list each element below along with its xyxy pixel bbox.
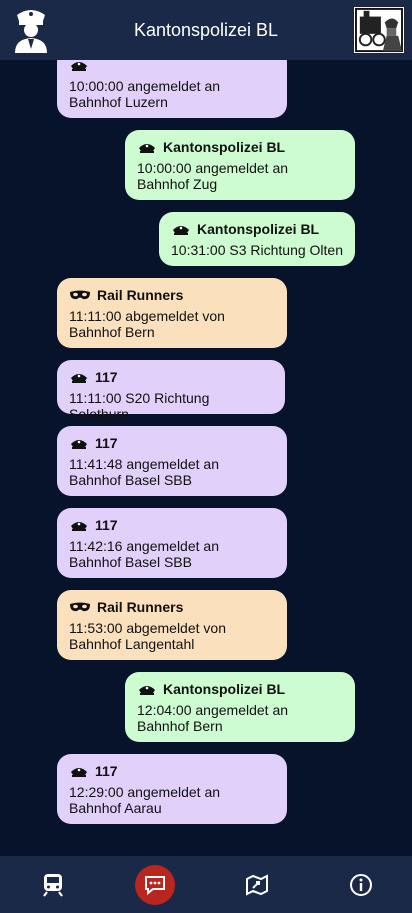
info-icon <box>350 873 372 896</box>
message-bubble: Rail Runners 11:11:00 abgemeldet von Bah… <box>57 278 287 348</box>
message-sender: Kantonspolizei BL <box>137 138 343 156</box>
police-cap-icon <box>139 144 155 153</box>
mask-icon <box>70 602 90 612</box>
police-cap-icon <box>71 522 87 531</box>
message-text: 11:53:00 abgemeldet von Bahnhof Langenta… <box>69 620 226 652</box>
bottom-navigation <box>0 856 412 913</box>
message-bubble: 117 11:41:48 angemeldet an Bahnhof Basel… <box>57 426 287 496</box>
message-text: 12:04:00 angemeldet an Bahnhof Bern <box>137 702 289 734</box>
nav-item-chat[interactable] <box>125 856 185 913</box>
page-title: Kantonspolizei BL <box>133 20 279 40</box>
message-sender: Rail Runners <box>69 598 275 616</box>
message-bubble: Kantonspolizei BL 10:00:00 angemeldet an… <box>125 130 355 200</box>
message-sender: 117 <box>69 762 275 780</box>
message-sender: Kantonspolizei BL <box>171 220 343 238</box>
police-cap-icon <box>71 440 87 449</box>
message-bubble: Kantonspolizei BL 10:31:00 S3 Richtung O… <box>159 212 355 266</box>
train-robber-illustration-icon[interactable] <box>353 6 405 54</box>
message-list[interactable]: 10:00:00 angemeldet an Bahnhof Luzern Ka… <box>0 60 412 856</box>
police-cap-icon <box>173 226 189 235</box>
message-text: 10:00:00 angemeldet an Bahnhof Zug <box>137 160 289 192</box>
message-bubble: 117 11:11:00 S20 Richtung Solothurn <box>57 360 285 422</box>
message-text: 11:11:00 S20 Richtung Solothurn <box>69 390 210 422</box>
police-cap-icon <box>71 374 87 383</box>
message-text: 11:42:16 angemeldet an Bahnhof Basel SBB <box>69 538 219 570</box>
message-bubble: 117 11:42:16 angemeldet an Bahnhof Basel… <box>57 508 287 578</box>
message-bubble: Kantonspolizei BL 12:04:00 angemeldet an… <box>125 672 355 742</box>
nav-item-info[interactable] <box>331 856 391 913</box>
train-icon <box>43 873 63 897</box>
message-text: 11:41:48 angemeldet an Bahnhof Basel SBB <box>69 456 219 488</box>
nav-item-map[interactable] <box>227 856 287 913</box>
message-sender: 117 <box>69 368 273 386</box>
mask-icon <box>70 290 90 300</box>
chat-icon <box>145 875 165 895</box>
message-text: 10:31:00 S3 Richtung Olten <box>171 242 344 258</box>
message-bubble: 10:00:00 angemeldet an Bahnhof Luzern <box>57 60 287 118</box>
message-bubble: 117 12:29:00 angemeldet an Bahnhof Aarau <box>57 754 287 824</box>
message-sender <box>69 60 275 74</box>
app-header: Kantonspolizei BL <box>0 0 412 60</box>
message-sender: Kantonspolizei BL <box>137 680 343 698</box>
message-sender: 117 <box>69 516 275 534</box>
message-text: 11:11:00 abgemeldet von Bahnhof Bern <box>69 308 225 340</box>
message-sender: 117 <box>69 434 275 452</box>
message-text: 10:00:00 angemeldet an Bahnhof Luzern <box>69 78 221 110</box>
chat-active-indicator <box>135 864 175 905</box>
message-sender: Rail Runners <box>69 286 275 304</box>
police-cap-icon <box>71 62 87 71</box>
police-cap-icon <box>139 686 155 695</box>
nav-item-train[interactable] <box>23 856 83 913</box>
message-text: 12:29:00 angemeldet an Bahnhof Aarau <box>69 784 221 816</box>
message-bubble: Rail Runners 11:53:00 abgemeldet von Bah… <box>57 590 287 660</box>
map-icon <box>246 873 268 896</box>
police-cap-icon <box>71 768 87 777</box>
